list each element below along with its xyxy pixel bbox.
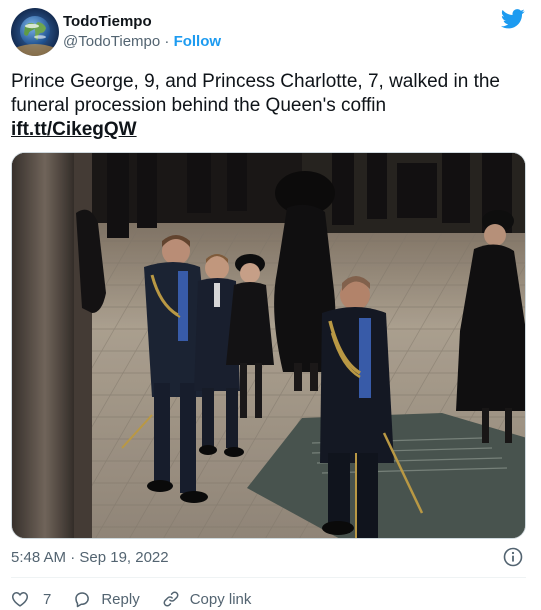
reply-button[interactable]: Reply — [73, 590, 140, 608]
copy-link-button[interactable]: Copy link — [162, 590, 252, 608]
link-icon — [163, 591, 179, 607]
author-display-name[interactable]: TodoTiempo — [63, 13, 152, 31]
tweet-card: TodoTiempo @TodoTiempo · Follow Prince G… — [0, 0, 541, 610]
heart-icon — [12, 591, 28, 607]
author-handle-row: @TodoTiempo · Follow — [63, 33, 221, 51]
tweet-text: Prince George, 9, and Princess Charlotte… — [11, 71, 500, 116]
globe-icon — [11, 8, 59, 56]
procession-photo — [12, 153, 525, 538]
handle-separator: · — [160, 33, 174, 50]
author-handle[interactable]: @TodoTiempo — [63, 33, 160, 50]
actions-divider — [11, 577, 526, 578]
follow-button[interactable]: Follow — [174, 33, 222, 50]
tweet-timestamp[interactable]: 5:48 AM · Sep 19, 2022 — [11, 548, 169, 568]
info-icon[interactable] — [503, 547, 523, 567]
reply-label: Reply — [101, 590, 140, 608]
twitter-bird-icon[interactable] — [501, 9, 525, 29]
like-count: 7 — [43, 590, 52, 608]
tweet-photo[interactable] — [11, 152, 526, 539]
tweet-actions: 7 Reply Copy link — [11, 588, 273, 610]
avatar[interactable] — [11, 8, 59, 56]
like-button[interactable]: 7 — [11, 590, 51, 608]
copy-link-label: Copy link — [189, 590, 252, 608]
reply-icon — [75, 592, 90, 608]
tweet-link[interactable]: ift.tt/CikegQW — [11, 118, 137, 142]
